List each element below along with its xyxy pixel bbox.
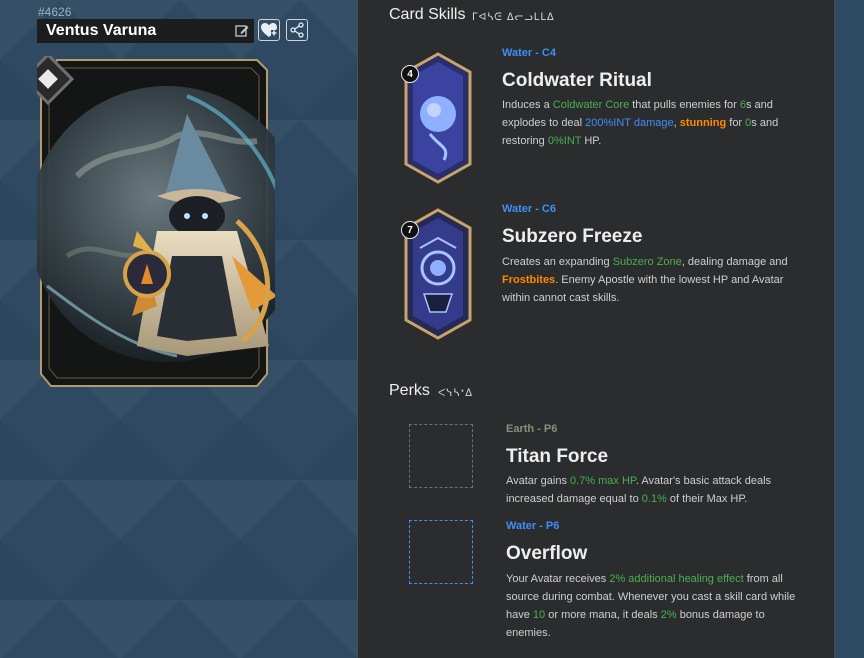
perk-name: Titan Force — [506, 446, 609, 467]
desc-value: 2% — [660, 609, 677, 621]
card-name-bar: Ventus Varuna — [37, 19, 254, 43]
card-skills-glyph: ᒥᐊᓴᕮ ᐃᓕᓗᒪᒪᐃ — [472, 12, 555, 23]
desc-text: for — [726, 117, 746, 129]
desc-text: Your Avatar receives — [506, 573, 610, 585]
desc-text: , dealing damage and — [681, 256, 788, 268]
desc-value: 0%INT — [547, 135, 582, 147]
perks-glyph: ᐸᓭᓴᐩᐃ — [438, 388, 474, 399]
perk-element-tag: Water - P6 — [506, 520, 560, 532]
desc-status: Frostbites — [502, 274, 556, 286]
desc-text: Induces a — [502, 99, 553, 111]
skill-element-tag: Water - C4 — [502, 47, 556, 59]
desc-value: 10 — [532, 609, 546, 621]
edit-icon[interactable] — [234, 23, 250, 39]
desc-text: that pulls enemies for — [629, 99, 740, 111]
perk-description: Avatar gains 0.7% max HP. Avatar's basic… — [506, 472, 796, 508]
desc-value: 0.7% max HP — [570, 475, 636, 487]
skill-cost-badge: 4 — [401, 65, 419, 83]
skill-name: Subzero Freeze — [502, 226, 643, 247]
desc-keyword: 2% additional healing effect — [609, 573, 744, 585]
skill-cost-badge: 7 — [401, 221, 419, 239]
skill-name: Coldwater Ritual — [502, 70, 652, 91]
perk-description: Your Avatar receives 2% additional heali… — [506, 570, 798, 642]
desc-text: Creates an expanding — [502, 256, 613, 268]
favorite-add-icon — [261, 23, 277, 37]
card-artwork — [37, 56, 275, 387]
desc-text: HP. — [581, 135, 602, 147]
card-id: #4626 — [38, 5, 72, 19]
perks-heading: Perks — [389, 382, 430, 399]
perk-slot[interactable] — [409, 520, 473, 584]
desc-text: or more mana, it deals — [545, 609, 661, 621]
desc-damage: 200%INT damage — [585, 117, 674, 129]
perk-name: Overflow — [506, 543, 588, 564]
skill-description: Creates an expanding Subzero Zone, deali… — [502, 253, 802, 307]
desc-text: Avatar gains — [506, 475, 571, 487]
desc-text: of their Max HP. — [666, 493, 748, 505]
card-skills-heading: Card Skills — [389, 6, 466, 23]
favorite-add-button[interactable] — [258, 19, 280, 41]
desc-keyword: Coldwater Core — [552, 99, 630, 111]
perk-slot[interactable] — [409, 424, 473, 488]
perk-element-tag: Earth - P6 — [506, 423, 558, 435]
share-button[interactable] — [286, 19, 308, 41]
skill-description: Induces a Coldwater Core that pulls enem… — [502, 96, 802, 150]
desc-status: stunning — [679, 117, 727, 129]
desc-keyword: Subzero Zone — [612, 256, 682, 268]
skill-element-tag: Water - C6 — [502, 203, 556, 215]
desc-value: 0.1% — [641, 493, 667, 505]
card-name: Ventus Varuna — [46, 22, 157, 39]
share-icon — [290, 22, 304, 38]
